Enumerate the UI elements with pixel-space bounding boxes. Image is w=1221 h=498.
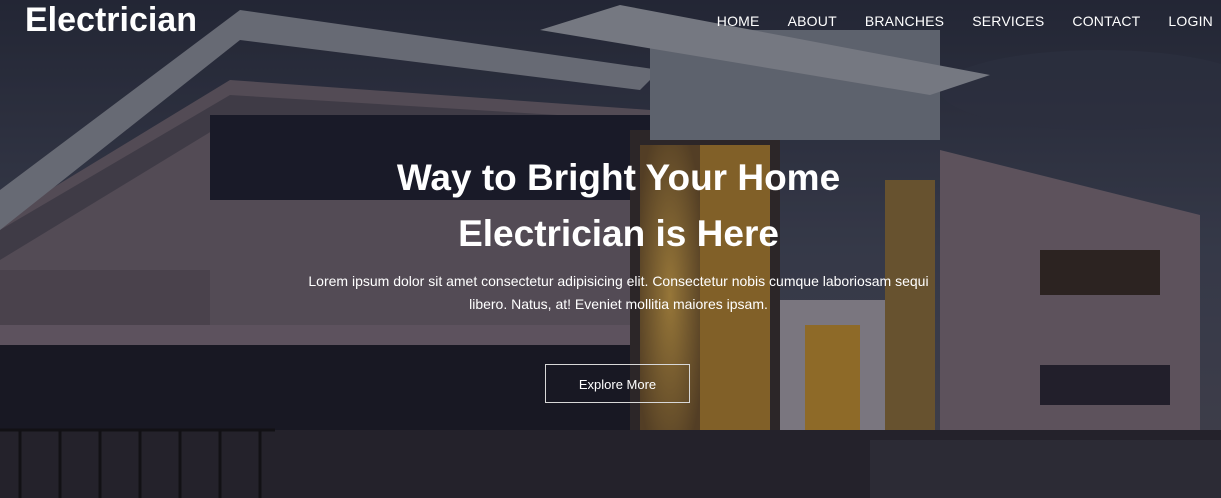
nav-about[interactable]: ABOUT xyxy=(788,12,837,30)
nav-services[interactable]: SERVICES xyxy=(972,12,1044,30)
hero-section: Electrician HOME ABOUT BRANCHES SERVICES… xyxy=(0,0,1221,498)
explore-more-button[interactable]: Explore More xyxy=(545,364,690,403)
main-nav: HOME ABOUT BRANCHES SERVICES CONTACT LOG… xyxy=(689,12,1213,30)
nav-login[interactable]: LOGIN xyxy=(1168,12,1213,30)
nav-contact[interactable]: CONTACT xyxy=(1072,12,1140,30)
nav-home[interactable]: HOME xyxy=(717,12,760,30)
hero-title-line-1: Way to Bright Your Home xyxy=(396,157,841,198)
hero-title: Way to Bright Your Home Electrician is H… xyxy=(0,150,1221,262)
hero-subtitle: Lorem ipsum dolor sit amet consectetur a… xyxy=(308,273,929,312)
nav-branches[interactable]: BRANCHES xyxy=(865,12,944,30)
brand-logo[interactable]: Electrician xyxy=(25,0,197,40)
hero-title-line-2: Electrician is Here xyxy=(458,213,779,254)
